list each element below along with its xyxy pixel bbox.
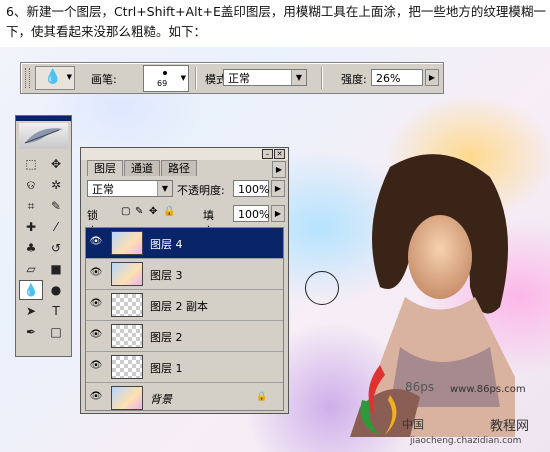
fill-slider-button[interactable]: ▶	[271, 205, 285, 222]
layer-thumbnail	[111, 231, 143, 255]
toolbox-titlebar[interactable]	[16, 116, 71, 121]
fill-value: 100%	[238, 208, 270, 221]
toolbox: ⬚ ✥ ଡ ✲ ⌗ ✎ ✚ ⁄ ♣ ↺ ▱ ■ 💧 ● ➤ T ✒ □	[15, 115, 72, 357]
magic-wand-tool-icon[interactable]: ✲	[44, 175, 68, 195]
fill-input[interactable]: 100%	[233, 205, 269, 222]
rectangle-tool-icon[interactable]: □	[44, 322, 68, 342]
strength-slider-button[interactable]: ▶	[425, 69, 439, 86]
layer-row-3[interactable]: 👁 图层 3	[86, 259, 283, 290]
layer-row-background[interactable]: 👁 背景 🔒	[86, 383, 283, 410]
lock-all-icon[interactable]: 🔒	[163, 206, 175, 217]
layer-thumbnail	[111, 293, 143, 317]
lock-position-icon[interactable]: ✥	[149, 206, 157, 217]
history-brush-tool-icon[interactable]: ↺	[44, 238, 68, 258]
layers-panel-titlebar[interactable]: – ✕	[81, 148, 288, 160]
path-selection-tool-icon[interactable]: ➤	[19, 301, 43, 321]
watermark-url: www.86ps.com	[450, 384, 526, 395]
tab-channels[interactable]: 通道	[124, 160, 160, 176]
clone-stamp-tool-icon[interactable]: ♣	[19, 238, 43, 258]
brush-label: 画笔:	[91, 73, 117, 86]
watermark-cn-left: 中国	[402, 418, 424, 431]
eraser-tool-icon[interactable]: ▱	[19, 259, 43, 279]
healing-brush-tool-icon[interactable]: ✚	[19, 217, 43, 237]
chevron-down-icon: ▼	[180, 74, 186, 82]
eye-icon[interactable]: 👁	[89, 236, 103, 248]
gradient-tool-icon[interactable]: ■	[44, 259, 68, 279]
layer-thumbnail	[111, 386, 143, 410]
move-tool-icon[interactable]: ✥	[44, 154, 68, 174]
brush-tool-icon[interactable]: ⁄	[44, 217, 68, 237]
chevron-down-icon: ▼	[157, 181, 172, 196]
watermark-bottom-url: jiaocheng.chazidian.com	[410, 436, 522, 446]
eye-icon[interactable]: 👁	[89, 298, 103, 310]
chevron-down-icon: ▼	[291, 70, 306, 85]
lock-pixels-icon[interactable]: ✎	[135, 206, 143, 217]
lock-icon: 🔒	[256, 392, 268, 402]
strength-input[interactable]: 26%	[371, 69, 423, 86]
blend-mode-value: 正常	[92, 183, 114, 196]
eye-icon[interactable]: 👁	[89, 391, 103, 403]
blur-drop-icon: 💧	[44, 69, 62, 85]
layer-row-4[interactable]: 👁 图层 4	[86, 228, 283, 259]
watermark: 86ps www.86ps.com 中国 教程网 jiaocheng.chazi…	[350, 360, 550, 452]
layer-thumbnail	[111, 324, 143, 348]
panel-menu-button[interactable]: ▶	[272, 161, 286, 178]
tab-paths[interactable]: 路径	[161, 160, 197, 176]
layer-name: 图层 1	[150, 362, 183, 375]
layer-row-2-copy[interactable]: 👁 图层 2 副本	[86, 290, 283, 321]
options-bar-grip[interactable]	[25, 68, 30, 88]
minimize-icon[interactable]: –	[262, 149, 273, 159]
separator	[195, 67, 197, 89]
mode-select[interactable]: 正常 ▼	[223, 69, 307, 86]
watermark-brand: 86ps	[405, 380, 435, 394]
strength-value: 26%	[376, 72, 401, 85]
feather-icon	[24, 128, 63, 144]
brush-size: 69	[157, 79, 168, 88]
tool-preset-picker[interactable]: 💧 ▼	[35, 66, 75, 90]
layer-thumbnail	[111, 355, 143, 379]
options-bar: 💧 ▼ 画笔: 69 ▼ 模式: 正常 ▼ 强度: 26% ▶	[20, 62, 444, 94]
lock-transparency-icon[interactable]: ▢	[121, 206, 130, 217]
lasso-tool-icon[interactable]: ଡ	[19, 175, 43, 195]
tab-layers[interactable]: 图层	[87, 160, 123, 176]
pen-tool-icon[interactable]: ✒	[19, 322, 43, 342]
photoshop-feather-logo[interactable]	[19, 123, 68, 149]
strength-label: 强度:	[341, 73, 367, 86]
eye-icon[interactable]: 👁	[89, 360, 103, 372]
blend-mode-select[interactable]: 正常 ▼	[87, 180, 173, 197]
blur-tool-icon[interactable]: 💧	[19, 280, 43, 300]
marquee-tool-icon[interactable]: ⬚	[19, 154, 43, 174]
layer-name: 背景	[150, 393, 172, 406]
layer-name: 图层 2	[150, 331, 183, 344]
eye-icon[interactable]: 👁	[89, 329, 103, 341]
slice-tool-icon[interactable]: ✎	[44, 196, 68, 216]
layer-row-2[interactable]: 👁 图层 2	[86, 321, 283, 352]
colorful-swirl-logo	[360, 365, 397, 435]
watermark-cn-right: 教程网	[490, 419, 530, 434]
layer-name: 图层 4	[150, 238, 183, 251]
type-tool-icon[interactable]: T	[44, 301, 68, 321]
crop-tool-icon[interactable]: ⌗	[19, 196, 43, 216]
brush-cursor	[305, 271, 339, 305]
layers-list: 👁 图层 4 👁 图层 3 👁 图层 2 副本 👁 图层 2 👁 图层 1 👁	[85, 227, 284, 411]
eye-icon[interactable]: 👁	[89, 267, 103, 279]
brush-picker[interactable]: 69 ▼	[143, 65, 189, 92]
layer-thumbnail	[111, 262, 143, 286]
layers-panel: – ✕ 图层 通道 路径 ▶ 正常 ▼ 不透明度: 100% ▶ 锁定: ▢ ✎…	[80, 147, 289, 414]
opacity-label: 不透明度:	[177, 184, 225, 197]
dodge-tool-icon[interactable]: ●	[44, 280, 68, 300]
separator	[321, 67, 323, 89]
layer-name: 图层 2 副本	[150, 300, 208, 313]
opacity-value: 100%	[238, 183, 270, 196]
layer-row-1[interactable]: 👁 图层 1	[86, 352, 283, 383]
opacity-slider-button[interactable]: ▶	[271, 180, 285, 197]
close-icon[interactable]: ✕	[274, 149, 285, 159]
instruction-caption: 6、新建一个图层，Ctrl+Shift+Alt+E盖印图层，用模糊工具在上面涂，…	[6, 4, 546, 39]
mode-value: 正常	[228, 72, 250, 85]
opacity-input[interactable]: 100%	[233, 180, 269, 197]
layer-name: 图层 3	[150, 269, 183, 282]
chevron-down-icon: ▼	[66, 73, 72, 81]
brush-tip-icon	[163, 71, 167, 75]
